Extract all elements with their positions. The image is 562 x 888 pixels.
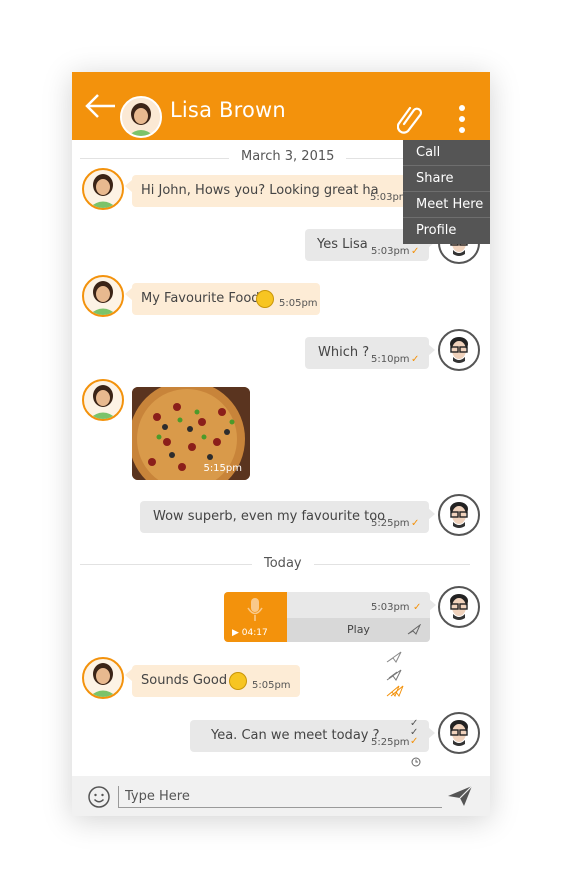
read-tick-icon: ✓ — [411, 354, 420, 365]
message-time: 5:03pm — [371, 602, 410, 613]
message-time: 5:25pm — [371, 518, 410, 529]
john-avatar[interactable] — [438, 712, 480, 754]
today-label: Today — [252, 556, 314, 571]
message-time: 5:25pm — [371, 737, 410, 748]
sent-status-icon — [386, 669, 402, 681]
message-bubble[interactable]: Yea. Can we meet today ? 5:25pm — [190, 720, 429, 752]
message-composer — [72, 776, 490, 816]
message-text: Yes Lisa — [317, 237, 368, 252]
message-bubble[interactable]: My Favourite Food 5:05pm — [132, 283, 320, 315]
message-input[interactable] — [118, 786, 442, 808]
message-time: 5:10pm — [371, 354, 410, 365]
john-avatar[interactable] — [438, 586, 480, 628]
send-icon[interactable] — [447, 784, 473, 808]
message-time: 5:15pm — [203, 463, 242, 474]
message-bubble[interactable]: Hi John, Hows you? Looking great ha 5:03… — [132, 175, 409, 207]
menu-item-call[interactable]: Call — [403, 140, 490, 166]
menu-item-meet-here[interactable]: Meet Here — [403, 192, 490, 218]
delivered-status-icon — [386, 685, 404, 698]
app-bar: Lisa Brown — [72, 72, 490, 140]
paperclip-icon[interactable] — [397, 102, 423, 136]
contact-name: Lisa Brown — [170, 98, 286, 122]
message-bubble[interactable]: Sounds Good 5:05pm — [132, 665, 300, 697]
overflow-menu: Call Share Meet Here Profile — [403, 140, 490, 244]
lisa-avatar[interactable] — [82, 379, 124, 421]
read-tick-icon: ✓ — [413, 602, 422, 613]
john-avatar[interactable] — [438, 494, 480, 536]
chat-screen: Lisa Brown March 3, 2015 Today Hi John, … — [72, 72, 490, 816]
read-tick-icon: ✓ — [410, 736, 419, 747]
read-tick-icon: ✓ — [411, 518, 420, 529]
read-tick-icon: ✓ — [411, 246, 420, 257]
date-label: March 3, 2015 — [229, 149, 347, 164]
smile-emoji-icon — [229, 672, 247, 690]
message-text: My Favourite Food — [141, 291, 260, 306]
pizza-photo[interactable]: 5:15pm — [132, 387, 250, 480]
message-bubble[interactable]: Which ? 5:10pm ✓ — [305, 337, 429, 369]
vertical-dots-icon[interactable] — [451, 105, 473, 135]
message-text: Hi John, Hows you? Looking great ha — [141, 183, 379, 198]
send-status-icon — [407, 624, 421, 635]
message-text: Wow superb, even my favourite too — [153, 509, 386, 524]
smile-emoji-icon — [256, 290, 274, 308]
status-ticks: ✓ ✓ ✓ — [410, 718, 419, 747]
lisa-avatar[interactable] — [82, 275, 124, 317]
voice-panel: ▶ 04:17 — [224, 592, 287, 642]
contact-avatar[interactable] — [120, 96, 162, 138]
arrow-left-icon[interactable] — [84, 90, 118, 122]
message-time: 5:03pm — [371, 246, 410, 257]
message-time: 5:05pm — [279, 298, 318, 309]
message-time: 5:05pm — [252, 680, 291, 691]
clock-icon — [411, 757, 421, 767]
message-text: Which ? — [318, 345, 370, 360]
lisa-avatar[interactable] — [82, 168, 124, 210]
john-avatar[interactable] — [438, 329, 480, 371]
pending-status-icon — [386, 651, 402, 663]
message-bubble[interactable]: Wow superb, even my favourite too 5:25pm… — [140, 501, 429, 533]
play-label: Play — [347, 623, 370, 636]
message-text: Sounds Good — [141, 673, 228, 688]
voice-duration: ▶ 04:17 — [232, 628, 268, 638]
microphone-icon — [247, 598, 263, 621]
smiley-icon[interactable] — [88, 786, 110, 808]
menu-item-profile[interactable]: Profile — [403, 218, 490, 243]
play-button[interactable]: Play — [287, 618, 430, 642]
voice-message[interactable]: ▶ 04:17 5:03pm ✓ Play — [224, 592, 430, 642]
lisa-avatar[interactable] — [82, 657, 124, 699]
message-text: Yea. Can we meet today ? — [211, 728, 380, 743]
menu-item-share[interactable]: Share — [403, 166, 490, 192]
